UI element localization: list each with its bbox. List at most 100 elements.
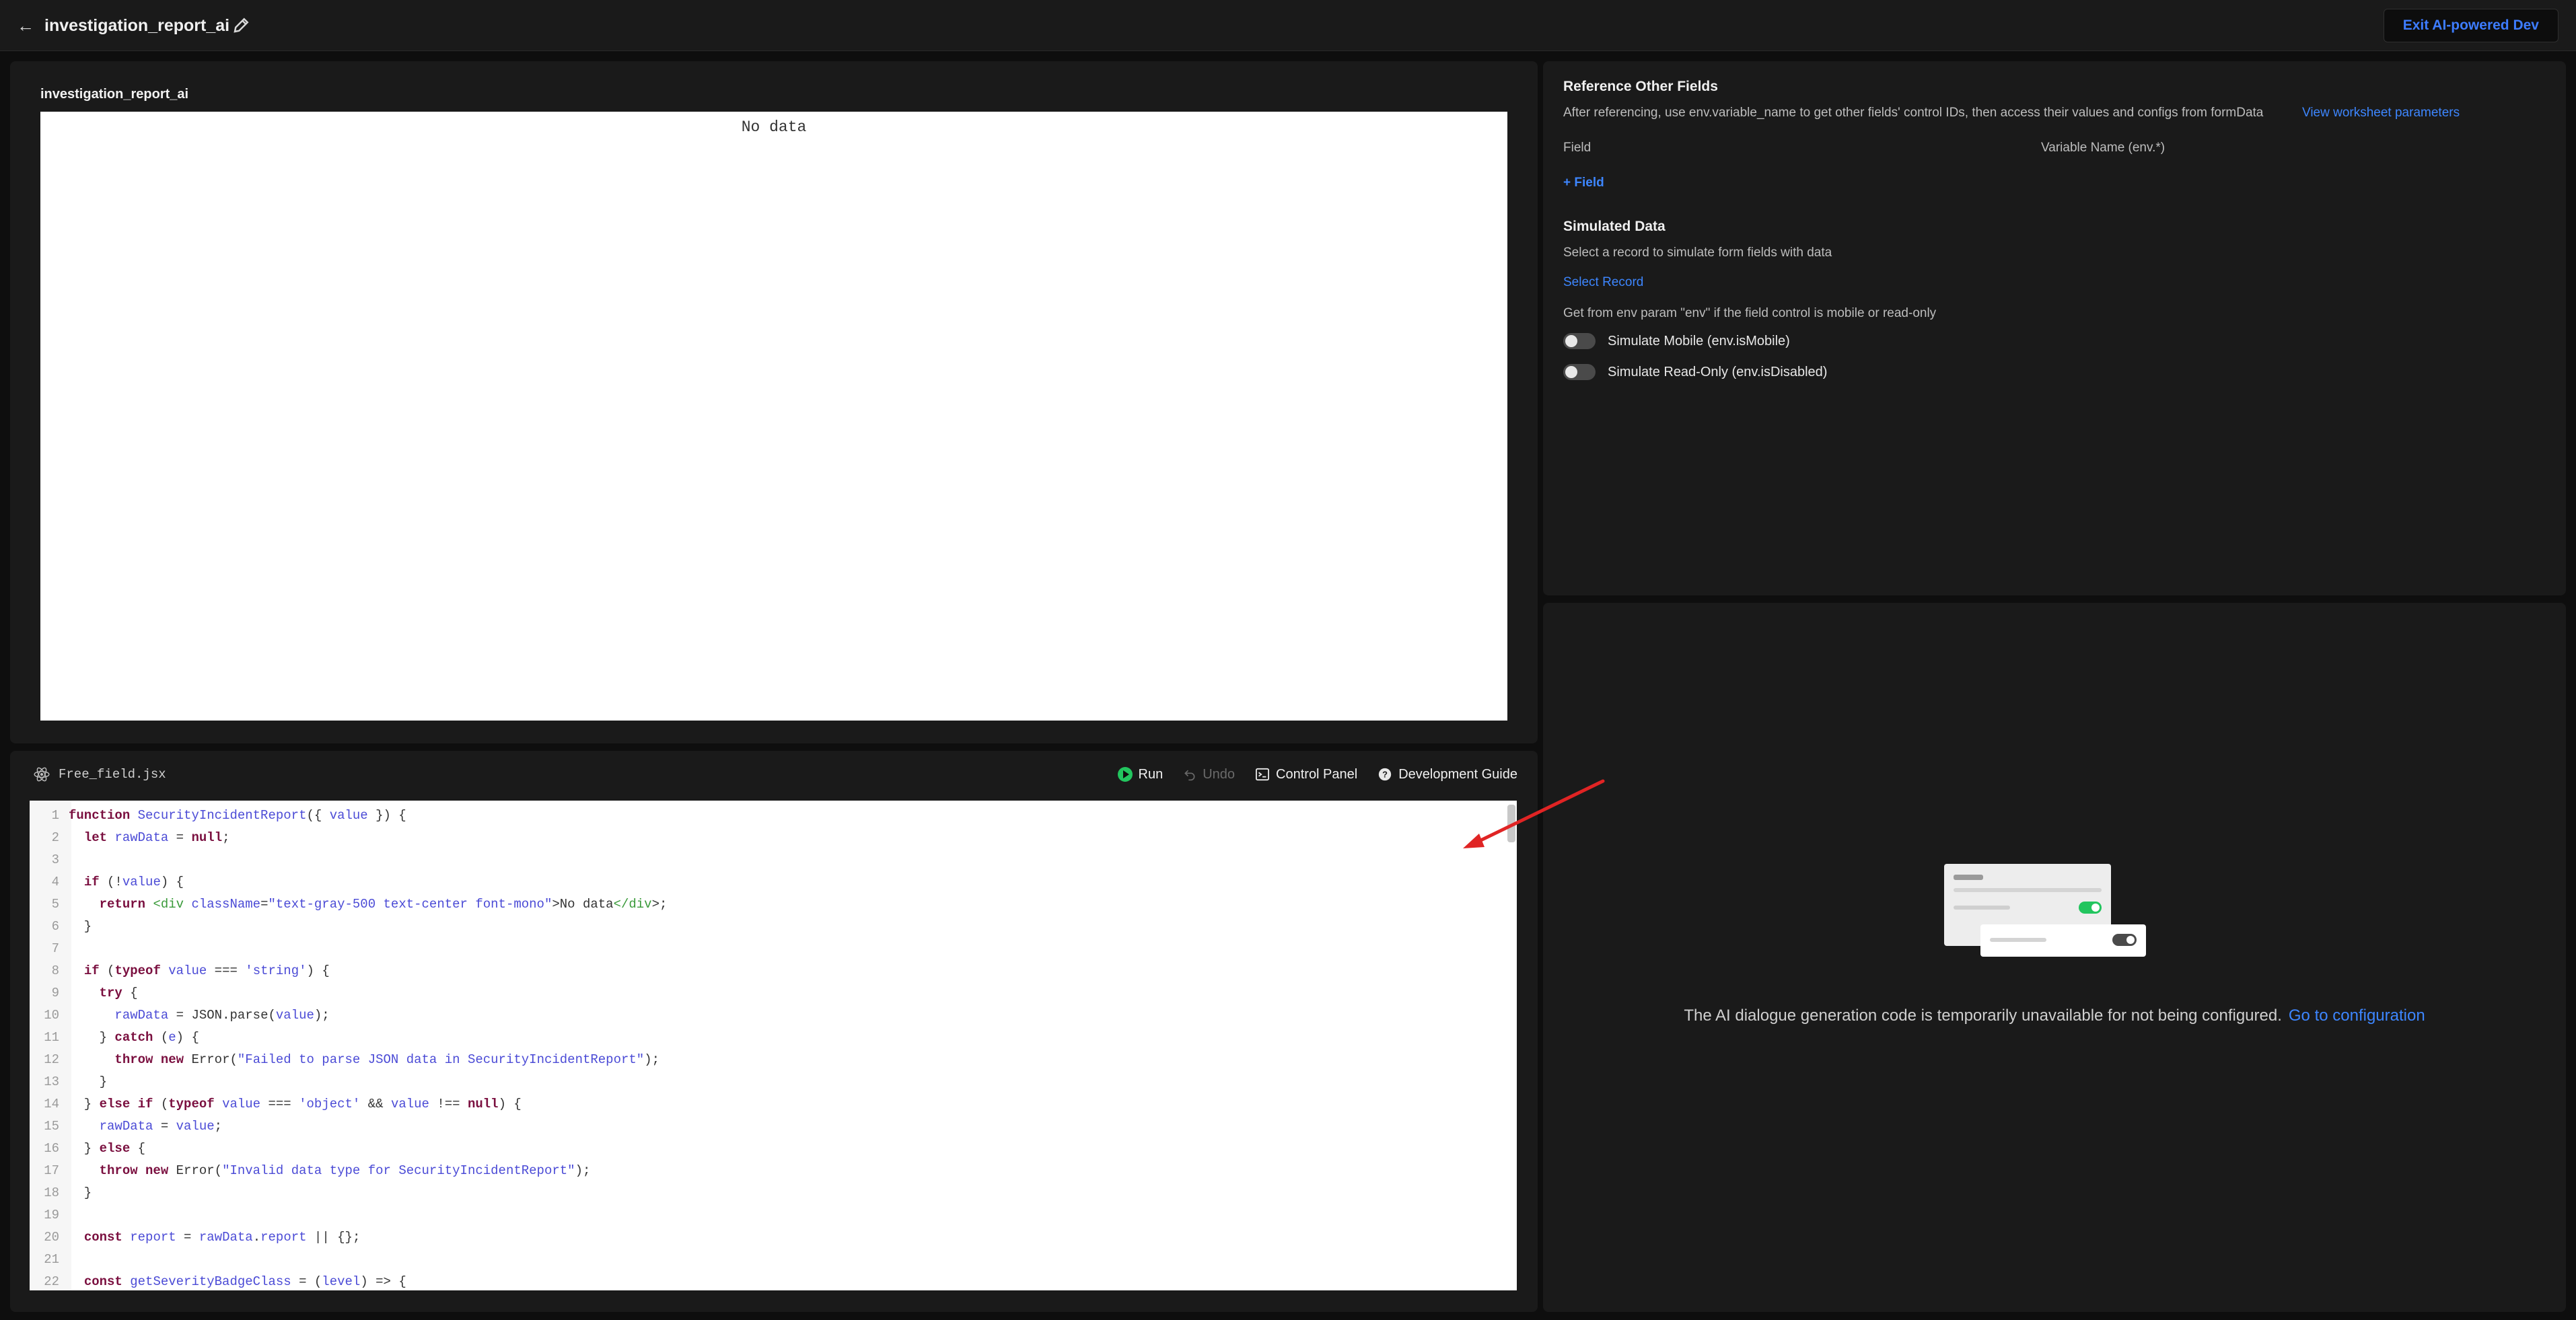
- line-number: 7: [51, 941, 59, 956]
- code-text: let rawData = null;: [83, 830, 230, 845]
- reference-desc: After referencing, use env.variable_name…: [1563, 106, 2264, 120]
- code-text: const getSeverityBadgeClass = (level) =>…: [83, 1274, 406, 1289]
- code-line: 11 } catch (e) {: [30, 1027, 1503, 1049]
- line-number: 22: [44, 1274, 59, 1289]
- add-field-label: Field: [1574, 176, 1604, 190]
- line-number: 21: [44, 1252, 59, 1267]
- select-record-link[interactable]: Select Record: [1563, 275, 1643, 290]
- file-tab[interactable]: Free_field.jsx: [33, 764, 166, 784]
- undo-button[interactable]: Undo: [1183, 767, 1235, 782]
- code-line: 9 try {: [30, 982, 1503, 1004]
- code-line: 14 } else if (typeof value === 'object' …: [30, 1093, 1503, 1115]
- go-to-configuration-link[interactable]: Go to configuration: [2289, 1006, 2425, 1025]
- code-text: const report = rawData.report || {};: [83, 1230, 361, 1245]
- line-number: 10: [44, 1008, 59, 1023]
- code-line: 18 }: [30, 1182, 1503, 1204]
- undo-label: Undo: [1203, 766, 1236, 782]
- ai-message-text: The AI dialogue generation code is tempo…: [1684, 1006, 2282, 1025]
- code-text: }: [69, 919, 92, 934]
- code-text: rawData = value;: [99, 1119, 223, 1134]
- code-text: throw new Error("Failed to parse JSON da…: [114, 1052, 660, 1067]
- code-line: 21: [30, 1249, 1503, 1271]
- variable-column-header: Variable Name (env.*): [2041, 141, 2166, 155]
- simulated-desc: Select a record to simulate form fields …: [1563, 246, 1832, 260]
- line-number: 6: [51, 919, 59, 934]
- line-number: 20: [44, 1230, 59, 1245]
- code-line: 20 const report = rawData.report || {};: [30, 1226, 1503, 1249]
- code-line: 5 return <div className="text-gray-500 t…: [30, 893, 1503, 916]
- code-editor-panel: Free_field.jsx Run Undo Control Panel ? …: [10, 751, 1538, 1312]
- line-number: 12: [44, 1052, 59, 1067]
- development-guide-label: Development Guide: [1398, 766, 1517, 782]
- react-icon: [34, 767, 50, 782]
- simulate-readonly-row: Simulate Read-Only (env.isDisabled): [1563, 364, 1827, 380]
- line-number: 19: [44, 1208, 59, 1222]
- line-number: 18: [44, 1185, 59, 1200]
- code-line: 17 throw new Error("Invalid data type fo…: [30, 1160, 1503, 1182]
- simulate-readonly-toggle[interactable]: [1563, 364, 1596, 380]
- code-line: 8 if (typeof value === 'string') {: [30, 960, 1503, 982]
- edit-pencil-icon[interactable]: [231, 15, 252, 35]
- run-label: Run: [1138, 766, 1164, 782]
- development-guide-button[interactable]: ? Development Guide: [1378, 767, 1517, 782]
- code-text: throw new Error("Invalid data type for S…: [99, 1163, 591, 1178]
- code-line: 7: [30, 938, 1503, 960]
- simulate-mobile-label: Simulate Mobile (env.isMobile): [1608, 333, 1790, 349]
- code-area[interactable]: 1 function SecurityIncidentReport({ value…: [30, 801, 1517, 1290]
- line-number: 15: [44, 1119, 59, 1134]
- add-field-button[interactable]: + Field: [1563, 176, 1604, 190]
- svg-text:?: ?: [1382, 770, 1388, 780]
- play-icon: [1117, 767, 1133, 782]
- control-panel-icon: [1256, 768, 1270, 781]
- control-panel-label: Control Panel: [1276, 766, 1358, 782]
- code-text: return <div className="text-gray-500 tex…: [99, 897, 668, 912]
- plus-icon: +: [1563, 176, 1575, 190]
- code-text: }: [69, 1074, 108, 1089]
- code-scrollbar[interactable]: [1507, 805, 1515, 842]
- control-panel-button[interactable]: Control Panel: [1255, 767, 1357, 782]
- simulate-readonly-label: Simulate Read-Only (env.isDisabled): [1608, 364, 1828, 379]
- line-number: 11: [44, 1030, 59, 1045]
- view-worksheet-params-link[interactable]: View worksheet parameters: [2302, 106, 2460, 120]
- code-line: 13 }: [30, 1071, 1503, 1093]
- back-arrow-icon[interactable]: ←: [15, 15, 36, 36]
- line-number: 17: [44, 1163, 59, 1178]
- code-line: 3: [30, 849, 1503, 871]
- code-text: rawData = JSON.parse(value);: [114, 1008, 330, 1023]
- code-line: 12 throw new Error("Failed to parse JSON…: [30, 1049, 1503, 1071]
- code-text: try {: [99, 986, 138, 1000]
- reference-title: Reference Other Fields: [1563, 79, 1718, 94]
- code-lines: 1 function SecurityIncidentReport({ value…: [30, 805, 1503, 1290]
- line-number: 13: [44, 1074, 59, 1089]
- code-text: if (typeof value === 'string') {: [83, 963, 330, 978]
- line-number: 3: [51, 852, 59, 867]
- no-data-text: No data: [741, 118, 807, 136]
- code-line: 6 }: [30, 916, 1503, 938]
- code-text: function SecurityIncidentReport({ value …: [69, 808, 406, 823]
- preview-canvas: No data: [40, 112, 1507, 721]
- editor-toolbar: Run Undo Control Panel ? Development Gui…: [1117, 763, 1517, 786]
- code-text: if (!value) {: [83, 875, 184, 889]
- code-text: } else if (typeof value === 'object' && …: [69, 1097, 522, 1111]
- line-number: 2: [51, 830, 59, 845]
- line-number: 16: [44, 1141, 59, 1156]
- code-line: 10 rawData = JSON.parse(value);: [30, 1004, 1503, 1027]
- help-circle-icon: ?: [1379, 768, 1392, 781]
- run-button[interactable]: Run: [1117, 766, 1164, 782]
- code-line: 15 rawData = value;: [30, 1115, 1503, 1138]
- env-note: Get from env param "env" if the field co…: [1563, 306, 1937, 320]
- line-number: 14: [44, 1097, 59, 1111]
- code-text: } catch (e) {: [69, 1030, 199, 1045]
- config-illustration-icon: [1944, 864, 2146, 957]
- simulate-mobile-toggle[interactable]: [1563, 333, 1596, 349]
- field-column-header: Field: [1563, 141, 1591, 155]
- simulated-title: Simulated Data: [1563, 219, 1666, 234]
- preview-title: investigation_report_ai: [40, 87, 189, 102]
- ai-dialogue-panel: The AI dialogue generation code is tempo…: [1543, 603, 2566, 1312]
- editor-header: Free_field.jsx Run Undo Control Panel ? …: [10, 751, 1538, 798]
- ai-unavailable-message: The AI dialogue generation code is tempo…: [1543, 1006, 2566, 1025]
- code-text: } else {: [69, 1141, 146, 1156]
- exit-ai-dev-button[interactable]: Exit AI-powered Dev: [2383, 9, 2559, 42]
- line-number: 9: [51, 986, 59, 1000]
- code-line: 1 function SecurityIncidentReport({ value…: [30, 805, 1503, 827]
